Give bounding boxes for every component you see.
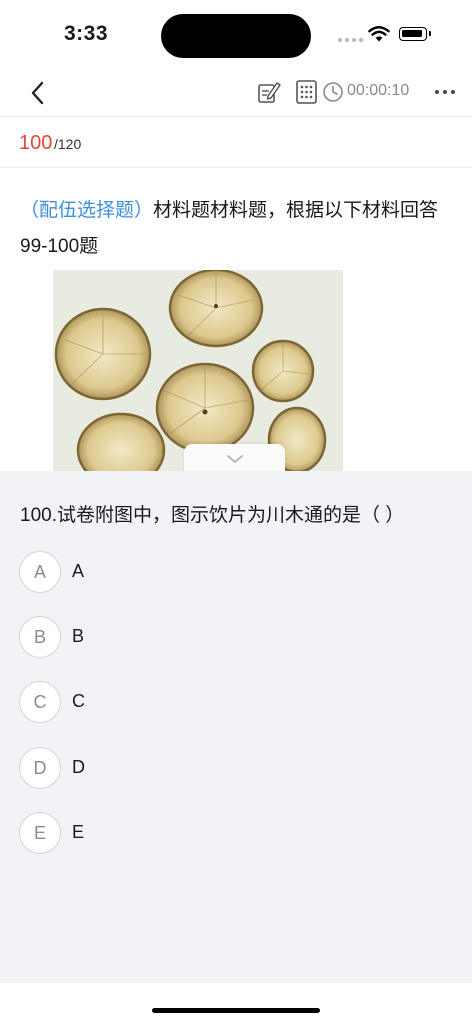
chevron-down-icon [227,455,243,463]
option-a[interactable]: A A [19,551,439,593]
exam-timer: 00:00:10 [347,82,410,99]
option-text: B [72,626,85,646]
option-d[interactable]: D D [19,747,439,789]
signal-icon [338,38,363,42]
status-bar: 3:33 [0,0,472,70]
battery-icon [399,27,431,41]
option-text: C [72,691,85,711]
bottom-safe-area [0,983,472,1024]
material-image[interactable] [53,270,343,472]
home-indicator[interactable] [152,1008,320,1013]
option-e[interactable]: E E [19,812,439,854]
total-question-count: /120 [54,136,82,152]
collapse-handle[interactable] [184,444,285,474]
answer-sheet-edit-icon[interactable] [256,79,282,105]
question-title: 100.试卷附图中，图示饮片为川木通的是（ ） [20,505,405,526]
option-text: E [72,822,85,842]
option-b[interactable]: B B [19,616,439,658]
option-letter: B [19,616,61,658]
clock-icon [323,82,343,102]
wifi-icon [368,26,390,42]
option-letter: C [19,681,61,723]
option-letter: A [19,551,61,593]
option-text: D [72,757,85,777]
option-c[interactable]: C C [19,681,439,723]
question-panel: 100.试卷附图中，图示饮片为川木通的是（ ） A A B B C C D D … [0,471,472,983]
option-letter: E [19,812,61,854]
status-time: 3:33 [64,22,109,45]
grid-icon[interactable] [294,79,320,105]
nav-bar: 00:00:10 [0,70,472,117]
option-letter: D [19,747,61,789]
question-stem: （配伍选择题）材料题材料题，根据以下材料回答99-100题 [20,193,452,265]
question-type-tag: （配伍选择题） [20,200,154,221]
current-question-number: 100 [19,132,53,154]
more-icon[interactable] [433,78,457,106]
dynamic-island [161,14,311,58]
question-progress: 100 /120 [0,117,472,168]
option-text: A [72,561,85,581]
back-icon[interactable] [26,78,50,108]
